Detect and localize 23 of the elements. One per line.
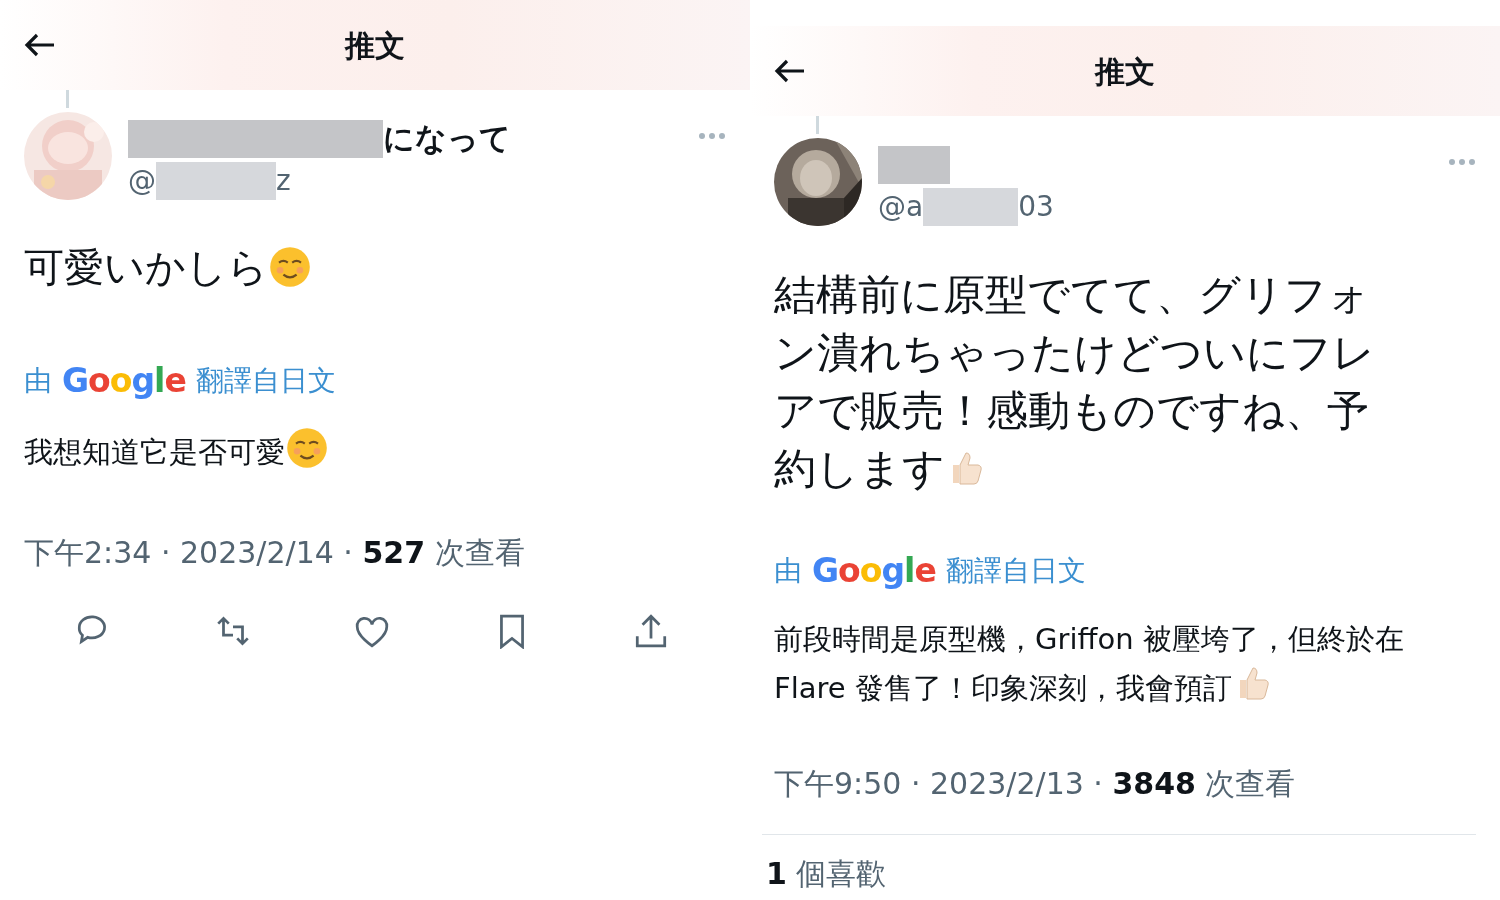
smiling-face-icon bbox=[285, 425, 329, 470]
google-logo: Google bbox=[812, 550, 936, 592]
tweet-metadata: 下午2:34 · 2023/2/14 · 527 次查看 bbox=[23, 533, 526, 572]
user-handle: z bbox=[276, 164, 291, 198]
smiling-face-icon bbox=[268, 245, 312, 289]
user-name: になって bbox=[383, 120, 511, 158]
translation-label[interactable]: 翻譯自日文 bbox=[945, 549, 1086, 592]
tweet-text: 結構前に原型でてて、グリフォン潰れちゃったけどついにフレアで販売！感動ものですね、予約します bbox=[773, 269, 1376, 495]
translation-label: 由 bbox=[24, 362, 52, 399]
translated-text: 前段時間是原型機，Griffon 被壓垮了，但終於在 Flare 發售了！印象深刻，我會預訂 bbox=[773, 620, 1405, 708]
translation-label[interactable]: 翻譯自日文 bbox=[195, 359, 336, 402]
likes-count[interactable]: 1 個喜歡 bbox=[750, 850, 1500, 896]
google-logo: Google bbox=[62, 360, 186, 402]
translation-label: 由 bbox=[774, 552, 802, 589]
user-handle: @a bbox=[878, 190, 924, 224]
tweet-metadata: 下午9:50 · 2023/2/13 · 3848 次查看 bbox=[773, 764, 1297, 803]
user-handle: @ bbox=[128, 164, 156, 198]
page-title: 推文 bbox=[1093, 52, 1156, 91]
page-title: 推文 bbox=[343, 26, 406, 65]
translated-text: 我想知道它是否可愛 bbox=[0, 425, 730, 475]
redaction-block bbox=[878, 146, 950, 184]
tweet-text: 可愛いかしら bbox=[0, 238, 700, 296]
user-handle: 03 bbox=[1018, 190, 1054, 224]
